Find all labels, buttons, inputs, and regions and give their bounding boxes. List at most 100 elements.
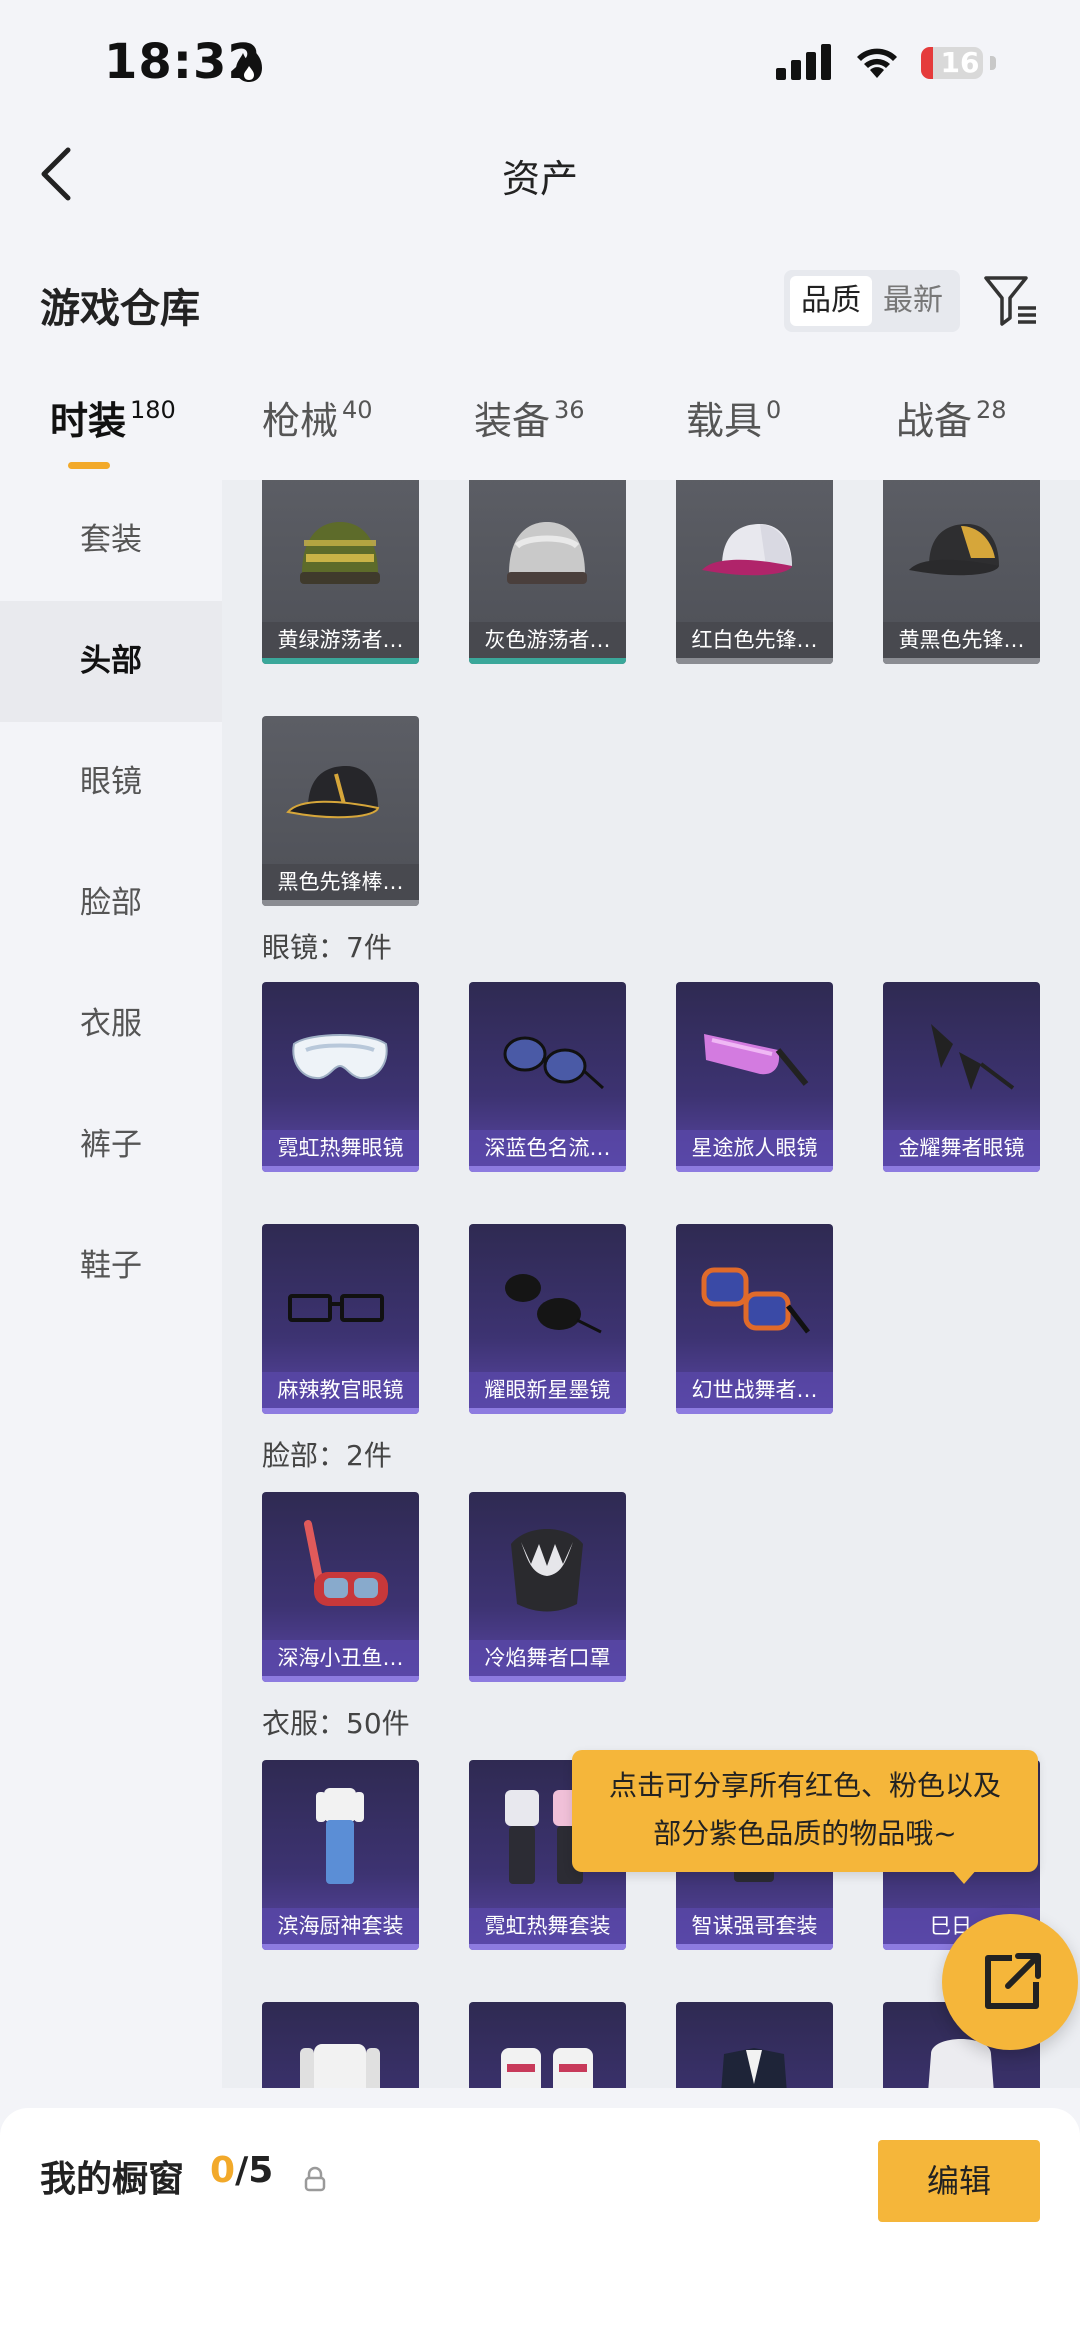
item-card[interactable]: 滨海厨神套装 (262, 1760, 419, 1950)
signal-icon (776, 44, 831, 80)
item-name: 智谋强哥套装 (676, 1908, 833, 1944)
tab-fashion[interactable]: 时装 180 (50, 390, 176, 470)
showcase-bar: 我的橱窗 0/5 编辑 (0, 2108, 1080, 2337)
status-bar: 18:32 16 (0, 0, 1080, 130)
item-card[interactable]: 深海小丑鱼… (262, 1492, 419, 1682)
showcase-title: 我的橱窗 (40, 2159, 185, 2200)
item-name: 黑色先锋棒… (262, 864, 419, 900)
cap-icon (286, 766, 380, 819)
category-tabs: 时装 180 枪械 40 装备 36 载具 0 战备 28 (0, 390, 1080, 480)
sidebar-item-shoes[interactable]: 鞋子 (0, 1206, 222, 1327)
sidebar-item-pants[interactable]: 裤子 (0, 1085, 222, 1206)
battery-level: 16 (940, 47, 980, 79)
outfit-icon (300, 2044, 380, 2088)
section-title-clothes: 衣服：50件 (262, 1707, 410, 1740)
share-tooltip: 点击可分享所有红色、粉色以及 部分紫色品质的物品哦~ (572, 1750, 1038, 1872)
item-name: 星途旅人眼镜 (676, 1130, 833, 1166)
sort-newest-button[interactable]: 最新 (872, 276, 954, 326)
item-name: 金耀舞者眼镜 (883, 1130, 1040, 1166)
item-name: 幻世战舞者… (676, 1372, 833, 1408)
item-card[interactable] (262, 2002, 419, 2088)
item-card[interactable]: 灰色游荡者… (469, 480, 626, 664)
item-card[interactable]: 麻辣教官眼镜 (262, 1224, 419, 1414)
outfit-icon (316, 1788, 364, 1884)
sunglasses-icon (931, 1024, 1015, 1090)
filter-icon[interactable] (982, 272, 1038, 328)
sidebar-item-glasses[interactable]: 眼镜 (0, 722, 222, 843)
item-name: 黄绿游荡者… (262, 622, 419, 658)
item-name: 红白色先锋… (676, 622, 833, 658)
goggles-icon (704, 1034, 809, 1086)
sunglasses-icon (701, 1267, 810, 1334)
sidebar-item-suits[interactable]: 套装 (0, 480, 222, 601)
item-card[interactable]: 星途旅人眼镜 (676, 982, 833, 1172)
item-name: 耀眼新星墨镜 (469, 1372, 626, 1408)
item-name: 深海小丑鱼… (262, 1640, 419, 1676)
tab-label: 战备 (896, 399, 973, 443)
item-card[interactable]: 幻世战舞者… (676, 1224, 833, 1414)
tooltip-arrow (950, 1868, 978, 1884)
sort-quality-button[interactable]: 品质 (790, 276, 872, 326)
item-card[interactable]: 深蓝色名流… (469, 982, 626, 1172)
cap-icon (702, 524, 792, 576)
share-button[interactable] (942, 1914, 1078, 2050)
outfit-icon (501, 2048, 593, 2088)
section-title-glasses: 眼镜：7件 (262, 931, 392, 964)
item-card[interactable]: 黑色先锋棒… (262, 716, 419, 906)
tab-tactical[interactable]: 战备 28 (896, 390, 1007, 470)
item-card[interactable]: 冷焰舞者口罩 (469, 1492, 626, 1682)
item-card[interactable]: 黄黑色先锋… (883, 480, 1040, 664)
showcase-count: 0/5 (210, 2150, 273, 2191)
tab-equipment[interactable]: 装备 36 (474, 390, 585, 470)
sunglasses-icon (505, 1274, 602, 1334)
showcase-current: 0 (210, 2150, 236, 2191)
item-card[interactable]: 红白色先锋… (676, 480, 833, 664)
wifi-icon (857, 48, 897, 78)
item-name: 麻辣教官眼镜 (262, 1372, 419, 1408)
glasses-icon (288, 1294, 384, 1322)
sunglasses-icon (503, 1036, 605, 1090)
tab-label: 装备 (474, 399, 551, 443)
tab-count: 180 (130, 396, 176, 424)
item-card[interactable]: 黄绿游荡者… (262, 480, 419, 664)
sidebar-item-face[interactable]: 脸部 (0, 843, 222, 964)
tab-count: 0 (766, 396, 782, 424)
item-card[interactable] (676, 2002, 833, 2088)
cap-icon (909, 524, 999, 576)
tab-count: 36 (554, 396, 585, 424)
item-name: 霓虹热舞眼镜 (262, 1130, 419, 1166)
item-card[interactable]: 金耀舞者眼镜 (883, 982, 1040, 1172)
showcase-max: 5 (248, 2150, 274, 2191)
snorkel-mask-icon (304, 1520, 388, 1606)
edit-button[interactable]: 编辑 (878, 2140, 1040, 2222)
tab-label: 枪械 (262, 399, 339, 443)
item-name: 深蓝色名流… (469, 1130, 626, 1166)
tooltip-line: 部分紫色品质的物品哦~ (653, 1817, 957, 1850)
battery-indicator: 16 (918, 44, 998, 82)
showcase-separator: / (235, 2150, 249, 2191)
item-name: 黄黑色先锋… (883, 622, 1040, 658)
sidebar-item-head[interactable]: 头部 (0, 601, 222, 722)
tab-count: 40 (342, 396, 373, 424)
face-mask-icon (511, 1529, 583, 1612)
subcategory-sidebar: 套装 头部 眼镜 脸部 衣服 裤子 鞋子 (0, 480, 222, 2110)
tab-weapons[interactable]: 枪械 40 (262, 390, 373, 470)
page-title: 资产 (501, 157, 578, 201)
tab-count: 28 (976, 396, 1007, 424)
beanie-icon (507, 522, 587, 584)
tab-label: 时装 (50, 399, 127, 443)
sidebar-item-clothes[interactable]: 衣服 (0, 964, 222, 1085)
item-card[interactable]: 耀眼新星墨镜 (469, 1224, 626, 1414)
item-name: 滨海厨神套装 (262, 1908, 419, 1944)
sort-toggle: 品质 最新 (784, 270, 960, 332)
item-name: 灰色游荡者… (469, 622, 626, 658)
item-card[interactable] (469, 2002, 626, 2088)
suit-icon (721, 2048, 787, 2088)
tooltip-line: 点击可分享所有红色、粉色以及 (608, 1769, 1001, 1802)
item-name: 霓虹热舞套装 (469, 1908, 626, 1944)
beanie-icon (300, 522, 380, 584)
flame-icon (236, 44, 262, 82)
tab-vehicles[interactable]: 载具 0 (686, 390, 781, 470)
warehouse-title: 游戏仓库 (40, 286, 200, 332)
item-card[interactable]: 霓虹热舞眼镜 (262, 982, 419, 1172)
